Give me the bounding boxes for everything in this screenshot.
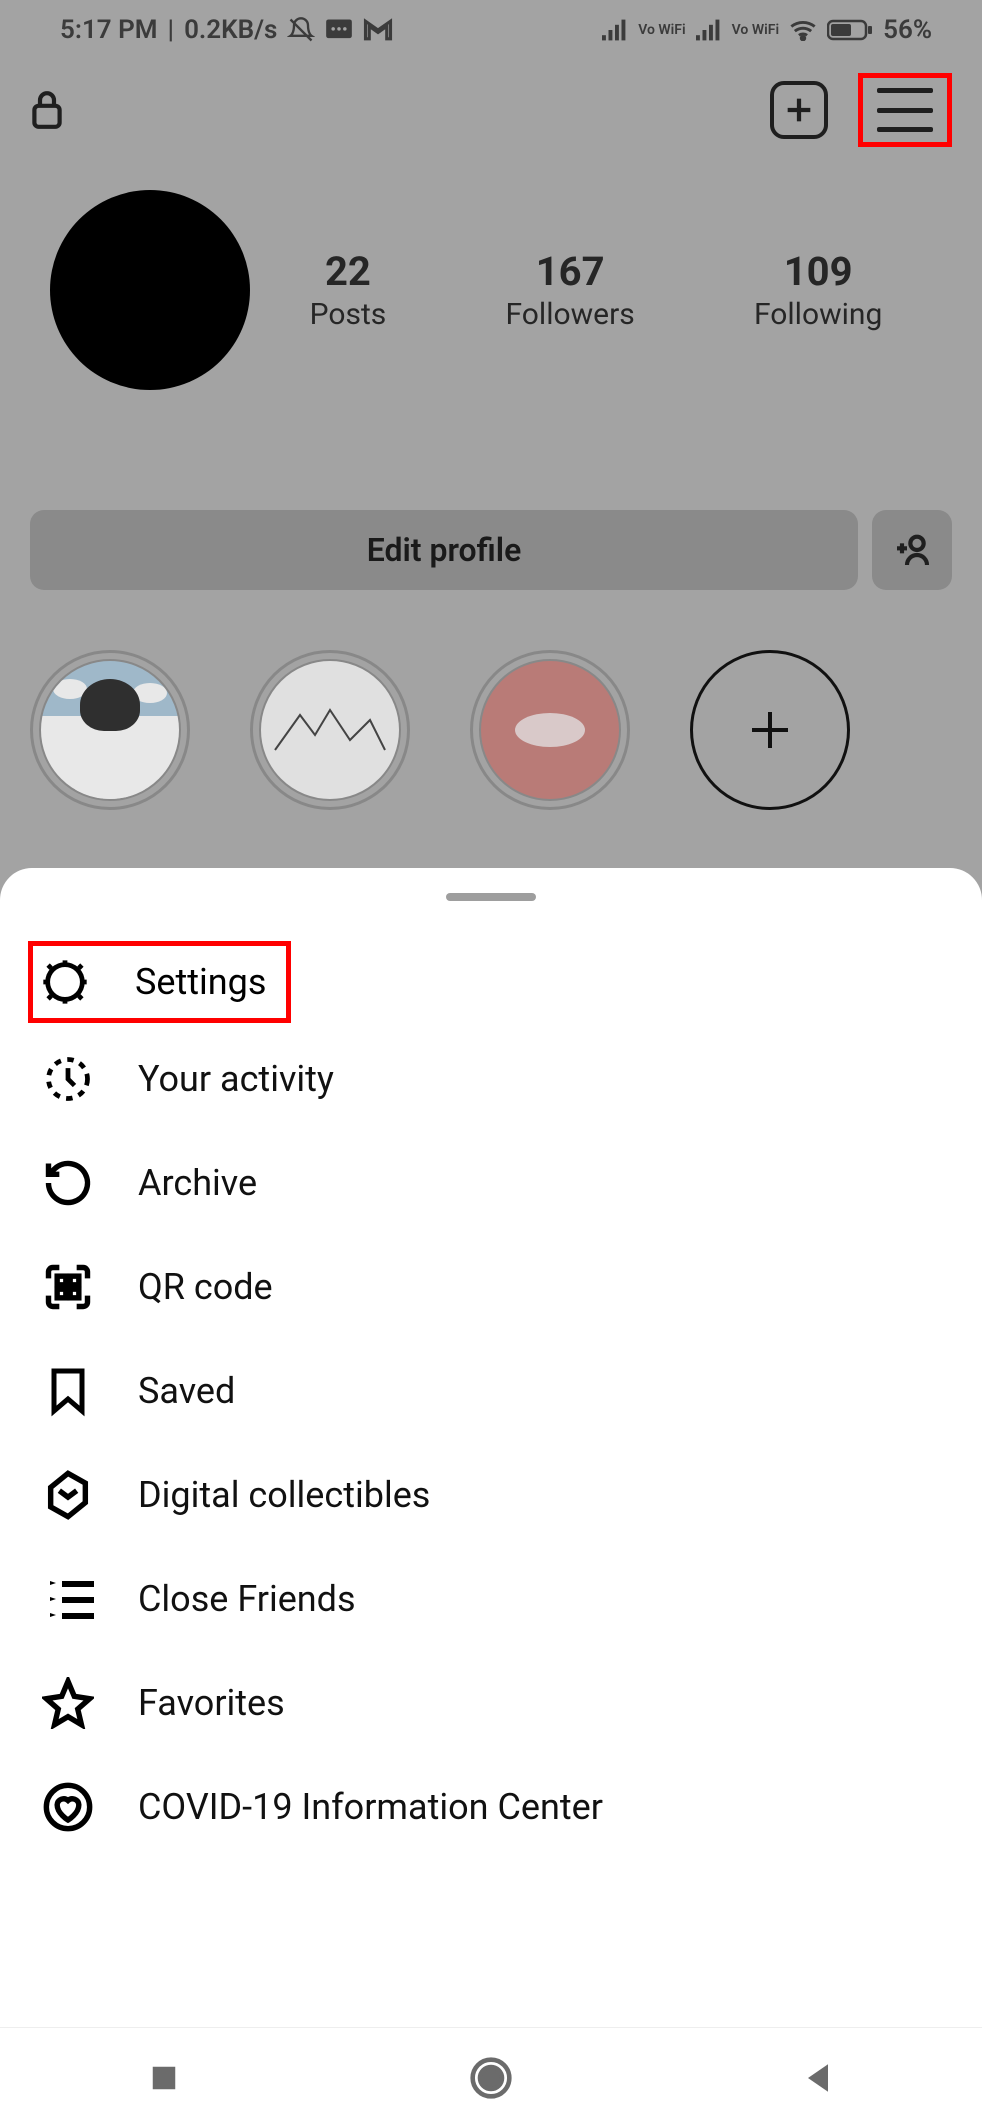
- lock-icon: [30, 89, 64, 131]
- profile-avatar[interactable]: [50, 190, 250, 390]
- menu-item-settings[interactable]: Settings: [135, 961, 266, 1003]
- close-friends-icon: [40, 1571, 96, 1627]
- story-highlight-3[interactable]: [470, 650, 630, 810]
- menu-item-activity[interactable]: Your activity: [0, 1027, 982, 1131]
- followers-count: 167: [506, 248, 635, 295]
- add-highlight-button[interactable]: [690, 650, 850, 810]
- menu-item-covid[interactable]: COVID-19 Information Center: [0, 1755, 982, 1859]
- create-post-button[interactable]: [770, 81, 828, 139]
- android-nav-bar: [0, 2027, 982, 2127]
- following-label: Following: [754, 297, 882, 332]
- status-bar: 5:17 PM | 0.2KB/s Vo WiFi Vo WiFi: [0, 0, 982, 60]
- edit-profile-button[interactable]: Edit profile: [30, 510, 858, 590]
- edit-profile-label: Edit profile: [367, 531, 522, 569]
- vowifi-label-2: Vo WiFi: [732, 23, 779, 37]
- menu-label: Saved: [138, 1370, 235, 1412]
- menu-label: Archive: [138, 1162, 257, 1204]
- favorites-icon: [40, 1675, 96, 1731]
- gmail-icon: [363, 18, 393, 42]
- status-time: 5:17 PM: [60, 15, 158, 45]
- menu-item-favorites[interactable]: Favorites: [0, 1651, 982, 1755]
- status-net-speed: 0.2KB/s: [184, 15, 277, 45]
- collectibles-icon: [40, 1467, 96, 1523]
- menu-bottom-sheet: Settings Your activity Archive QR code S…: [0, 868, 982, 2027]
- sheet-drag-handle[interactable]: [446, 893, 536, 901]
- signal-icon-2: [696, 19, 722, 41]
- menu-label: QR code: [138, 1266, 273, 1308]
- posts-label: Posts: [310, 297, 387, 332]
- nav-recents-button[interactable]: [139, 2053, 189, 2103]
- qrcode-icon: [40, 1259, 96, 1315]
- menu-item-collectibles[interactable]: Digital collectibles: [0, 1443, 982, 1547]
- archive-icon: [40, 1155, 96, 1211]
- nav-home-button[interactable]: [466, 2053, 516, 2103]
- followers-stat[interactable]: 167 Followers: [506, 248, 635, 332]
- story-highlight-1[interactable]: [30, 650, 190, 810]
- vowifi-label-1: Vo WiFi: [638, 23, 685, 37]
- menu-label: Your activity: [138, 1058, 334, 1100]
- menu-item-qrcode[interactable]: QR code: [0, 1235, 982, 1339]
- menu-button-highlight: [858, 73, 952, 147]
- menu-item-saved[interactable]: Saved: [0, 1339, 982, 1443]
- posts-count: 22: [310, 248, 387, 295]
- followers-label: Followers: [506, 297, 635, 332]
- menu-item-close-friends[interactable]: Close Friends: [0, 1547, 982, 1651]
- signal-icon: [602, 19, 628, 41]
- sms-icon: [325, 18, 353, 42]
- menu-label: Favorites: [138, 1682, 285, 1724]
- posts-stat[interactable]: 22 Posts: [310, 248, 387, 332]
- settings-highlight-box: Settings: [28, 941, 291, 1023]
- menu-label: COVID-19 Information Center: [138, 1786, 603, 1828]
- activity-icon: [40, 1051, 96, 1107]
- battery-icon: [827, 18, 873, 42]
- menu-item-archive[interactable]: Archive: [0, 1131, 982, 1235]
- story-highlight-2[interactable]: [250, 650, 410, 810]
- wifi-icon: [789, 19, 817, 41]
- covid-icon: [40, 1779, 96, 1835]
- menu-label: Close Friends: [138, 1578, 356, 1620]
- menu-label: Digital collectibles: [138, 1474, 430, 1516]
- mute-icon: [287, 16, 315, 44]
- settings-icon: [37, 954, 93, 1010]
- following-count: 109: [754, 248, 882, 295]
- saved-icon: [40, 1363, 96, 1419]
- discover-people-button[interactable]: [872, 510, 952, 590]
- nav-back-button[interactable]: [793, 2053, 843, 2103]
- menu-button[interactable]: [877, 88, 933, 132]
- following-stat[interactable]: 109 Following: [754, 248, 882, 332]
- battery-percent: 56%: [883, 15, 932, 45]
